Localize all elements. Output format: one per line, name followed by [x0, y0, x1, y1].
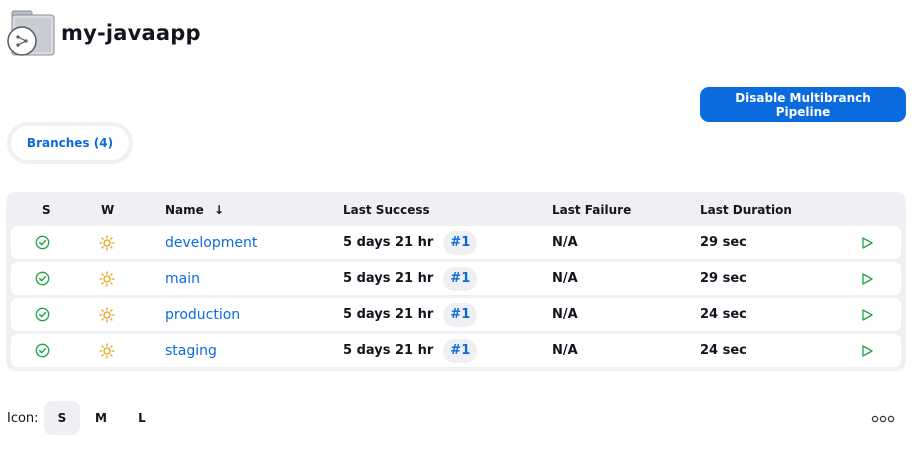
- sunny-icon: [99, 262, 115, 295]
- column-header-last-success[interactable]: Last Success: [343, 203, 430, 217]
- table-row: staging 5 days 21 hr #1 N/A 24 sec: [11, 334, 901, 367]
- page-title: my-javaapp: [61, 21, 201, 45]
- last-success-time: 5 days 21 hr: [343, 307, 434, 322]
- icon-size-small-button[interactable]: S: [44, 401, 80, 435]
- sunny-icon: [99, 226, 115, 259]
- branches-table: S W Name ↓ Last Success Last Failure Las…: [6, 192, 906, 371]
- last-failure-value: N/A: [552, 271, 578, 286]
- table-row: production 5 days 21 hr #1 N/A 24 sec: [11, 298, 901, 331]
- success-check-icon: [35, 262, 50, 295]
- tab-bar: Branches (4): [7, 122, 133, 164]
- build-number-link[interactable]: #1: [443, 230, 478, 255]
- build-number-link[interactable]: #1: [443, 266, 478, 291]
- last-success-time: 5 days 21 hr: [343, 235, 434, 250]
- tab-branches[interactable]: Branches (4): [11, 126, 129, 160]
- page-header: my-javaapp: [6, 8, 201, 58]
- column-header-last-duration[interactable]: Last Duration: [700, 203, 792, 217]
- play-icon[interactable]: [860, 334, 874, 367]
- build-number-link[interactable]: #1: [443, 302, 478, 327]
- last-duration-value: 24 sec: [700, 307, 747, 322]
- last-duration-value: 29 sec: [700, 271, 747, 286]
- last-failure-value: N/A: [552, 343, 578, 358]
- play-icon[interactable]: [860, 298, 874, 331]
- icon-size-large-button[interactable]: L: [124, 401, 160, 435]
- play-icon[interactable]: [860, 262, 874, 295]
- branch-name-link[interactable]: production: [165, 307, 240, 323]
- multibranch-folder-icon: [6, 8, 56, 58]
- sunny-icon: [99, 334, 115, 367]
- last-failure-value: N/A: [552, 307, 578, 322]
- last-duration-value: 29 sec: [700, 235, 747, 250]
- sort-arrow-icon: ↓: [213, 203, 225, 217]
- build-number-link[interactable]: #1: [443, 338, 478, 363]
- disable-multibranch-pipeline-button[interactable]: Disable Multibranch Pipeline: [700, 87, 906, 122]
- column-header-status[interactable]: S: [42, 203, 51, 217]
- more-options-icon[interactable]: [870, 411, 896, 425]
- column-header-name[interactable]: Name ↓: [165, 203, 224, 217]
- column-header-name-label: Name: [165, 203, 204, 217]
- icon-size-medium-button[interactable]: M: [83, 401, 119, 435]
- branch-name-link[interactable]: development: [165, 235, 257, 251]
- table-row: development 5 days 21 hr #1 N/A 29 sec: [11, 226, 901, 259]
- column-header-last-failure[interactable]: Last Failure: [552, 203, 631, 217]
- last-duration-value: 24 sec: [700, 343, 747, 358]
- success-check-icon: [35, 298, 50, 331]
- success-check-icon: [35, 334, 50, 367]
- icon-size-label: Icon:: [7, 411, 39, 426]
- branch-name-link[interactable]: staging: [165, 343, 217, 359]
- last-success-time: 5 days 21 hr: [343, 343, 434, 358]
- last-failure-value: N/A: [552, 235, 578, 250]
- branch-name-link[interactable]: main: [165, 271, 200, 287]
- column-header-weather[interactable]: W: [101, 203, 114, 217]
- play-icon[interactable]: [860, 226, 874, 259]
- success-check-icon: [35, 226, 50, 259]
- table-row: main 5 days 21 hr #1 N/A 29 sec: [11, 262, 901, 295]
- sunny-icon: [99, 298, 115, 331]
- last-success-time: 5 days 21 hr: [343, 271, 434, 286]
